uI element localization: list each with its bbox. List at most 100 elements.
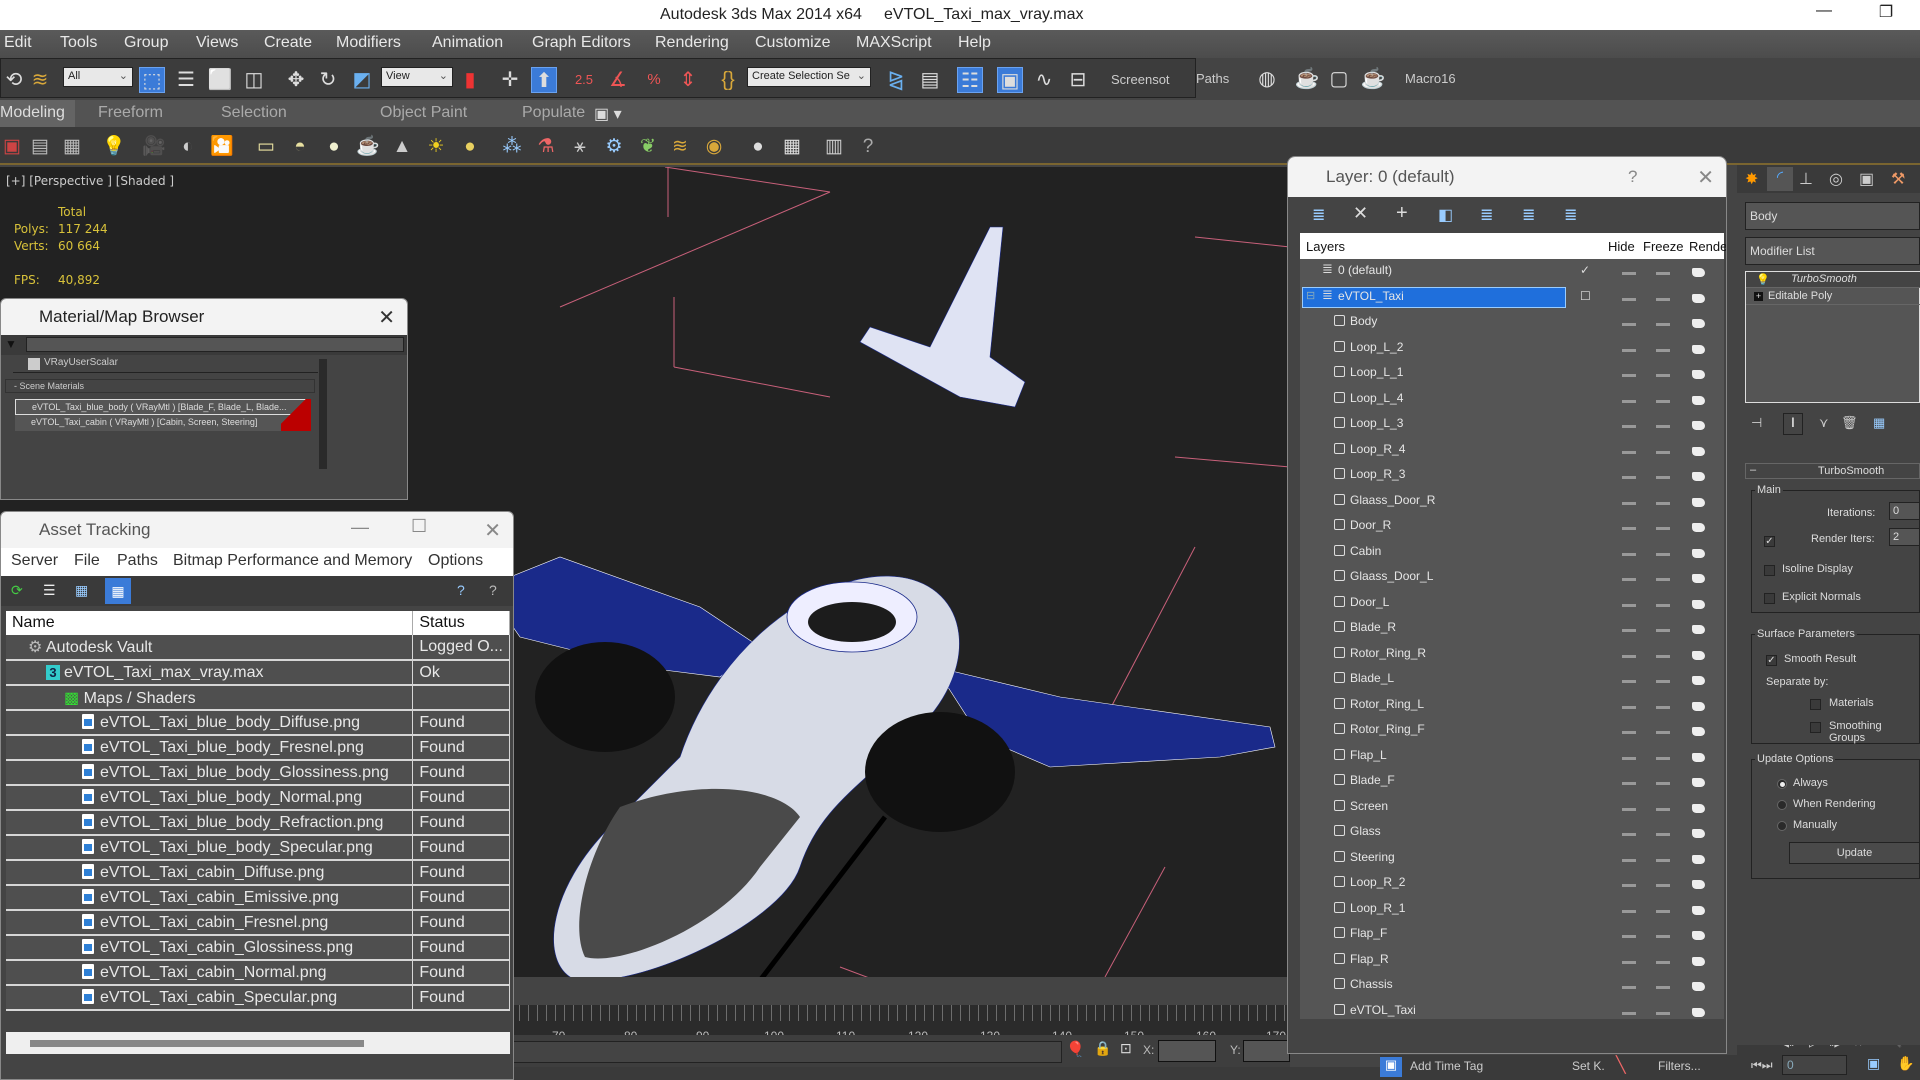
render-teapot-icon[interactable]: [1692, 268, 1705, 277]
render-teapot-icon[interactable]: [1692, 395, 1705, 405]
y-coordinate-input[interactable]: [1243, 1040, 1290, 1062]
hide-toggle[interactable]: [1622, 986, 1636, 989]
render-teapot-icon[interactable]: [1692, 370, 1705, 379]
select-object-icon[interactable]: ⬚: [139, 67, 165, 93]
object-row[interactable]: Chassis: [1300, 973, 1724, 998]
hide-toggle[interactable]: [1622, 909, 1636, 913]
menu-tools[interactable]: Tools: [60, 34, 97, 52]
freeze-toggle[interactable]: [1656, 629, 1670, 632]
object-row[interactable]: Steering: [1300, 846, 1724, 871]
camera-half-icon[interactable]: ◐: [176, 135, 200, 159]
object-row[interactable]: Rotor_Ring_F: [1300, 718, 1724, 743]
freeze-toggle[interactable]: [1656, 425, 1670, 428]
object-row[interactable]: Blade_F: [1300, 769, 1724, 794]
hide-toggle[interactable]: [1622, 527, 1636, 530]
create-layer-icon[interactable]: ≣: [1312, 205, 1325, 225]
hide-toggle[interactable]: [1622, 297, 1636, 301]
table-row[interactable]: eVTOL_Taxi_cabin_Normal.png Found: [6, 960, 510, 986]
freeze-toggle[interactable]: [1656, 909, 1670, 913]
table-row[interactable]: eVTOL_Taxi_cabin_Diffuse.png Found: [6, 860, 510, 886]
render-teapot-icon[interactable]: [1692, 446, 1705, 456]
table-row[interactable]: eVTOL_Taxi_cabin_Fresnel.png Found: [6, 910, 510, 936]
filters-button[interactable]: Filters...: [1658, 1059, 1701, 1073]
layer-manager-icon[interactable]: ☷: [957, 67, 983, 93]
key-filter-icon[interactable]: ╲: [1616, 1055, 1626, 1075]
object-row[interactable]: Loop_L_4: [1300, 387, 1724, 412]
table-view-icon[interactable]: ▦: [105, 578, 131, 604]
scrollbar-thumb[interactable]: [30, 1040, 364, 1047]
column-render[interactable]: Render: [1689, 239, 1726, 254]
fur-icon[interactable]: ◉: [702, 135, 726, 159]
material-item[interactable]: eVTOL_Taxi_blue_body ( VRayMtl ) [Blade_…: [15, 399, 311, 415]
freeze-toggle[interactable]: [1656, 756, 1670, 760]
rect-selection-icon[interactable]: ⬜: [207, 67, 233, 93]
table-row[interactable]: ▩ Maps / Shaders: [6, 685, 510, 711]
table-row[interactable]: eVTOL_Taxi_cabin_Specular.png Found: [6, 985, 510, 1011]
menu-create[interactable]: Create: [264, 34, 312, 52]
minimize-button[interactable]: —: [1804, 2, 1844, 28]
column-hide[interactable]: Hide: [1608, 239, 1635, 254]
freeze-toggle[interactable]: [1656, 578, 1670, 581]
keyboard-shortcut-override-icon[interactable]: ⬆: [531, 67, 557, 93]
layer-row[interactable]: ≣ 0 (default) ✓: [1300, 259, 1724, 284]
radio-manually[interactable]: [1777, 821, 1787, 831]
object-row[interactable]: Loop_L_2: [1300, 336, 1724, 361]
percent-snap-icon[interactable]: %: [641, 67, 667, 93]
move-icon[interactable]: ✥: [283, 67, 309, 93]
tab-modeling[interactable]: Modeling: [0, 100, 75, 127]
freeze-toggle[interactable]: [1656, 399, 1670, 403]
vray-item[interactable]: VRayUserScalar: [13, 355, 318, 373]
render-teapot-icon[interactable]: [1692, 676, 1705, 685]
help-icon[interactable]: ?: [457, 582, 465, 598]
reference-coord-dropdown[interactable]: View ⌄: [381, 67, 453, 87]
tab-object-paint[interactable]: Object Paint: [380, 104, 467, 122]
hide-toggle[interactable]: [1622, 629, 1636, 632]
key-mode-icon[interactable]: ▣: [1380, 1057, 1402, 1077]
list-icon[interactable]: ▤: [28, 135, 52, 159]
freeze-toggle[interactable]: [1656, 986, 1670, 989]
minimize-button[interactable]: —: [351, 517, 369, 538]
freeze-toggle[interactable]: [1656, 935, 1670, 938]
expand-icon[interactable]: +: [1754, 292, 1763, 301]
object-row[interactable]: Door_R: [1300, 514, 1724, 539]
render-teapot-icon[interactable]: [1692, 625, 1705, 634]
object-row[interactable]: Flap_L: [1300, 744, 1724, 769]
lock-icon[interactable]: 🔒: [1094, 1040, 1111, 1057]
freeze-toggle[interactable]: [1656, 348, 1670, 352]
freeze-toggle[interactable]: [1656, 960, 1670, 964]
render-teapot-icon[interactable]: [1692, 854, 1705, 864]
iterations-input[interactable]: [1889, 502, 1920, 520]
freeze-toggle[interactable]: [1656, 858, 1670, 862]
render-teapot-icon[interactable]: [1692, 421, 1705, 430]
hide-toggle[interactable]: [1622, 348, 1636, 352]
camera-icon[interactable]: 🎥: [142, 135, 166, 159]
hide-toggle[interactable]: [1622, 552, 1636, 556]
particles-icon[interactable]: ⁂: [500, 135, 524, 159]
object-row[interactable]: Loop_L_1: [1300, 361, 1724, 386]
hemisphere-icon[interactable]: ◓: [288, 135, 312, 159]
help-disabled-icon[interactable]: ?: [489, 582, 497, 598]
object-row[interactable]: Glaass_Door_R: [1300, 489, 1724, 514]
modify-tab-icon[interactable]: ◜: [1767, 167, 1793, 191]
hide-toggle[interactable]: [1622, 756, 1636, 760]
render-teapot-icon[interactable]: [1692, 293, 1705, 303]
tab-selection[interactable]: Selection: [221, 104, 287, 122]
hide-toggle[interactable]: [1622, 960, 1636, 964]
timeline-ruler[interactable]: 70 80 90 100 110 120 130 140 150 160 170: [510, 1005, 1290, 1043]
menu-options[interactable]: Options: [428, 552, 483, 570]
toolbar-paths-button[interactable]: Paths: [1196, 71, 1229, 86]
hide-toggle[interactable]: [1622, 833, 1636, 836]
update-button[interactable]: Update: [1789, 842, 1920, 864]
render-teapot-icon[interactable]: [1692, 319, 1705, 328]
create-tab-icon[interactable]: ✸: [1745, 169, 1758, 189]
stack-item-turbosmooth[interactable]: 💡 TurboSmooth: [1746, 272, 1920, 288]
render-teapot-icon[interactable]: [1692, 1007, 1705, 1017]
freeze-toggle[interactable]: [1656, 705, 1670, 709]
x-coordinate-input[interactable]: [1158, 1040, 1216, 1062]
material-editor-icon[interactable]: ◍: [1254, 66, 1280, 92]
curve-editor-icon[interactable]: ∿: [1031, 67, 1057, 93]
table-row[interactable]: eVTOL_Taxi_cabin_Glossiness.png Found: [6, 935, 510, 961]
freeze-toggle[interactable]: [1656, 603, 1670, 607]
stack-item-editable-poly[interactable]: + Editable Poly: [1746, 289, 1920, 305]
object-row[interactable]: Loop_R_1: [1300, 897, 1724, 922]
